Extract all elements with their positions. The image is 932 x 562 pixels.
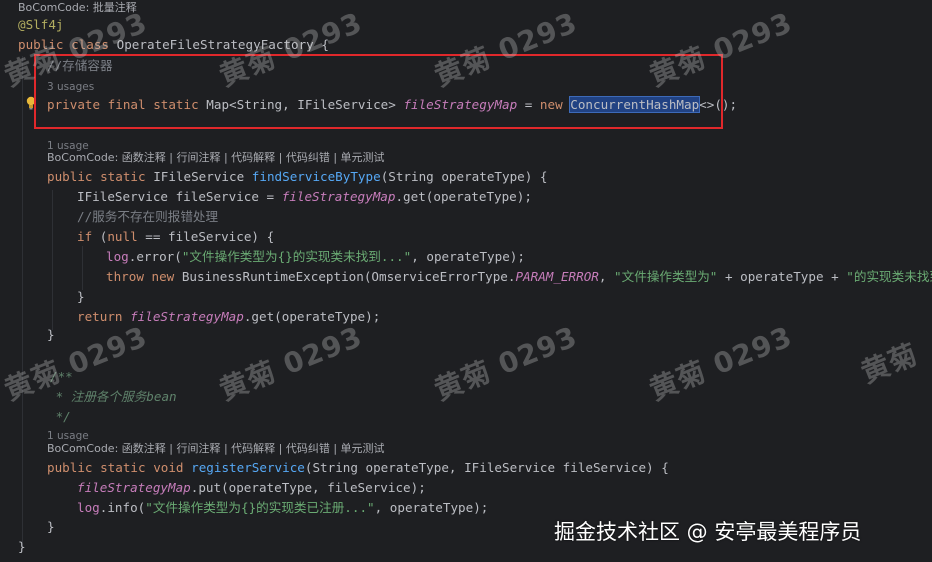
put-line: fileStrategyMap.put(operateType, fileSer… bbox=[77, 480, 426, 495]
highlight-rectangle bbox=[34, 54, 723, 129]
indent-guide bbox=[82, 246, 83, 290]
find-line-get: IFileService fileService = fileStrategyM… bbox=[77, 189, 532, 204]
bocom-code-actions[interactable]: BoCom​Code: 函数注释 | 行间注释 | 代码解释 | 代码纠错 | … bbox=[47, 150, 385, 166]
javadoc-text: * 注册各个服务bean bbox=[48, 389, 177, 404]
log-info-line: log.info("文件操作类型为{}的实现类已注册...", operateT… bbox=[77, 500, 489, 515]
find-method-signature: public static IFileService findServiceBy… bbox=[47, 169, 548, 184]
register-method-signature: public static void registerService(Strin… bbox=[47, 460, 669, 475]
close-method-brace: } bbox=[47, 519, 55, 534]
indent-guide bbox=[52, 190, 53, 330]
throw-line: throw new BusinessRuntimeException(Omser… bbox=[106, 269, 932, 284]
bocom-code-actions[interactable]: BoCom​Code: 函数注释 | 行间注释 | 代码解释 | 代码纠错 | … bbox=[47, 441, 385, 457]
log-error-line: log.error("文件操作类型为{}的实现类未找到...", operate… bbox=[106, 249, 525, 264]
slf4j-annotation: @Slf4j bbox=[18, 17, 64, 32]
javadoc-close: */ bbox=[48, 409, 71, 424]
if-statement: if (null == fileService) { bbox=[77, 229, 275, 244]
site-watermark: 掘金技术社区 @ 安亭最美程序员 bbox=[554, 520, 862, 544]
comment-not-found: //服务不存在则报错处理 bbox=[77, 209, 219, 224]
close-if-brace: } bbox=[77, 289, 85, 304]
indent-guide bbox=[22, 56, 23, 546]
close-class-brace: } bbox=[18, 539, 26, 554]
close-method-brace: } bbox=[47, 327, 55, 342]
